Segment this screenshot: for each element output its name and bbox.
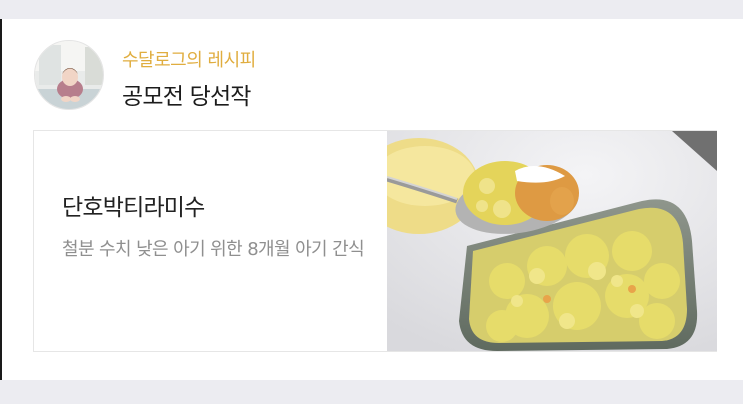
contest-title: 공모전 당선작 [122,84,251,110]
recipe-card[interactable]: 수달로그의 레시피 공모전 당선작 단호박티라미수 철분 수치 낮은 아기 위한… [0,19,743,380]
recipe-name: 단호박티라미수 [62,195,205,221]
baby-avatar-image [35,41,103,109]
recipe-photo [387,131,717,351]
recipe-preview[interactable]: 단호박티라미수 철분 수치 낮은 아기 위한 8개월 아기 간식 [33,130,717,352]
bottom-separator-band [0,380,743,404]
author-name[interactable]: 수달로그의 레시피 [122,46,256,72]
top-separator-band [0,0,743,19]
author-avatar[interactable] [34,40,104,110]
tiramisu-photo-image [387,131,717,351]
recipe-description: 철분 수치 낮은 아기 위한 8개월 아기 간식 [62,239,365,260]
